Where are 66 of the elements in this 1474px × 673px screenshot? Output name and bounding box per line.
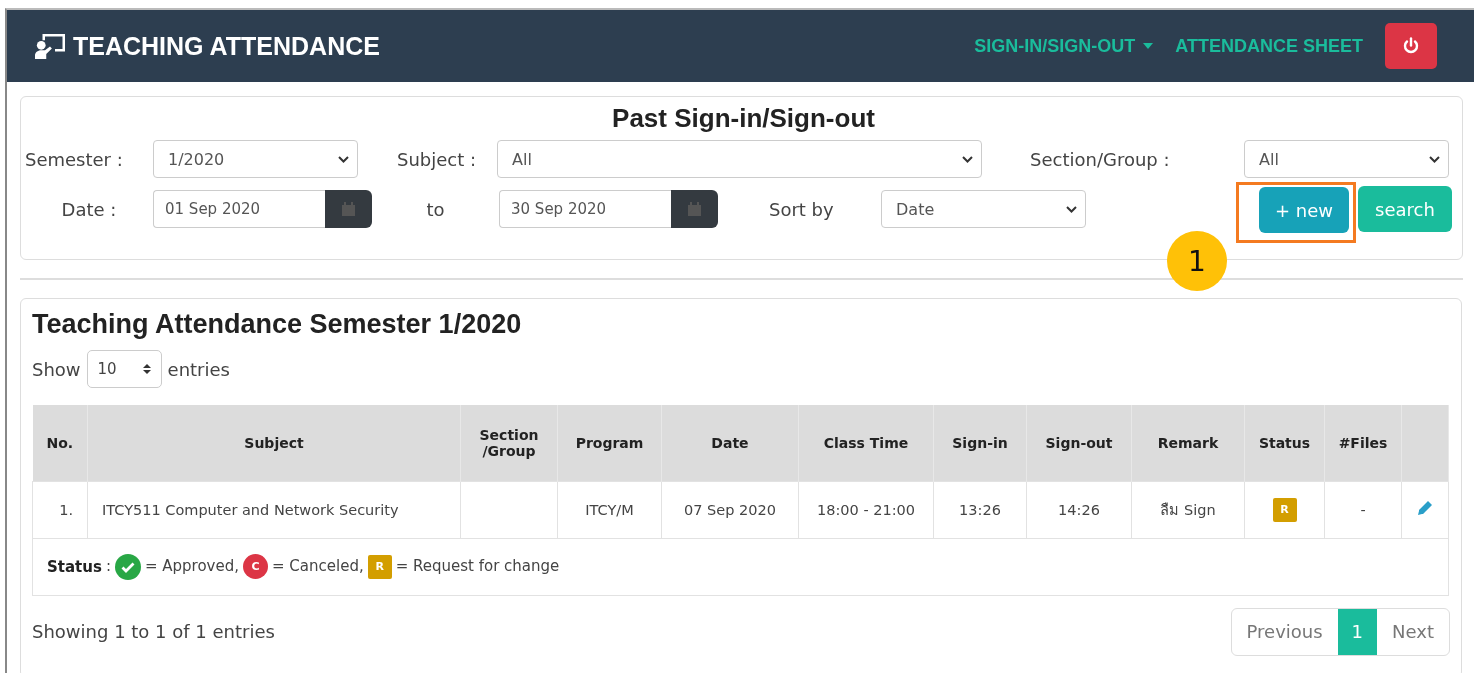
legend-text: = Approved,	[144, 557, 239, 575]
column-header: Section /Group	[460, 405, 558, 481]
column-header: Sign-out	[1026, 405, 1132, 481]
logout-button[interactable]	[1385, 23, 1437, 69]
table-cell: ITCY/M	[557, 481, 662, 538]
teacher-board-icon	[35, 33, 65, 59]
field-label: Semester :	[25, 148, 124, 170]
date-field[interactable]: 01 Sep 2020	[153, 190, 325, 228]
caret-icon	[1143, 43, 1154, 49]
field-label: Sort by	[769, 198, 835, 220]
field-label: Section/Group :	[1030, 148, 1171, 170]
range-label: to	[425, 198, 446, 220]
legend-text: :	[105, 557, 111, 575]
sort-select[interactable]: Date	[881, 190, 1086, 228]
spinner-icon	[142, 363, 151, 375]
column-header: Class Time	[798, 405, 934, 481]
table-cell: ITCY511 Computer and Network Security	[87, 481, 461, 538]
table-cell: 13:26	[933, 481, 1027, 538]
pencil-icon[interactable]	[1417, 500, 1433, 516]
subject-select[interactable]: All	[497, 140, 982, 178]
nav-link[interactable]: SIGN-IN/SIGN-OUT	[974, 35, 1154, 57]
semester-select[interactable]: 1/2020	[153, 140, 358, 178]
column-header: Program	[557, 405, 662, 481]
power-icon	[1402, 37, 1420, 55]
calendar-icon	[342, 202, 355, 216]
calendar-button[interactable]	[671, 190, 718, 228]
status-badge: R	[1272, 497, 1297, 522]
length-label: Show	[32, 358, 81, 380]
column-header: #Files	[1324, 405, 1402, 481]
chevron-icon	[962, 155, 973, 163]
field-label: Subject :	[397, 148, 478, 170]
legend-text: = Request for change	[395, 557, 560, 575]
page-button[interactable]: Previous	[1231, 608, 1338, 655]
nav-link[interactable]: ATTENDANCE SHEET	[1175, 35, 1363, 57]
column-header: Date	[661, 405, 799, 481]
section-select[interactable]: All	[1244, 140, 1449, 178]
chevron-icon	[1429, 155, 1440, 163]
table-cell: -	[1324, 481, 1402, 538]
section-title: Teaching Attendance Semester 1/2020	[32, 309, 523, 340]
legend-label: Status	[47, 557, 102, 575]
column-header: Remark	[1131, 405, 1245, 481]
calendar-button[interactable]	[325, 190, 372, 228]
table-cell: 07 Sep 2020	[661, 481, 799, 538]
step-marker: 1	[1167, 231, 1227, 291]
chevron-icon	[1066, 205, 1077, 213]
entries-info: Showing 1 to 1 of 1 entries	[32, 621, 275, 642]
table-cell: 18:00 - 21:00	[798, 481, 934, 538]
table-cell: 14:26	[1026, 481, 1132, 538]
date-field[interactable]: 30 Sep 2020	[499, 190, 671, 228]
table-cell: ลืม Sign	[1131, 481, 1245, 538]
field-label: Date :	[60, 198, 118, 220]
table-cell: 1.	[32, 481, 88, 538]
column-header: No.	[32, 405, 88, 481]
column-header: Status	[1244, 405, 1325, 481]
section-title: Past Sign-in/Sign-out	[611, 103, 876, 134]
column-header: Sign-in	[933, 405, 1027, 481]
status-badge: R	[367, 554, 392, 579]
entries-select[interactable]: 10	[86, 350, 162, 388]
app-title: TEACHING ATTENDANCE	[73, 31, 380, 61]
page-button[interactable]: Next	[1377, 608, 1449, 655]
status-badge: C	[243, 554, 268, 579]
chevron-icon	[338, 155, 349, 163]
column-header: Subject	[87, 405, 461, 481]
length-label: entries	[167, 358, 230, 380]
legend-text: = Canceled,	[272, 557, 364, 575]
calendar-icon	[688, 202, 701, 216]
